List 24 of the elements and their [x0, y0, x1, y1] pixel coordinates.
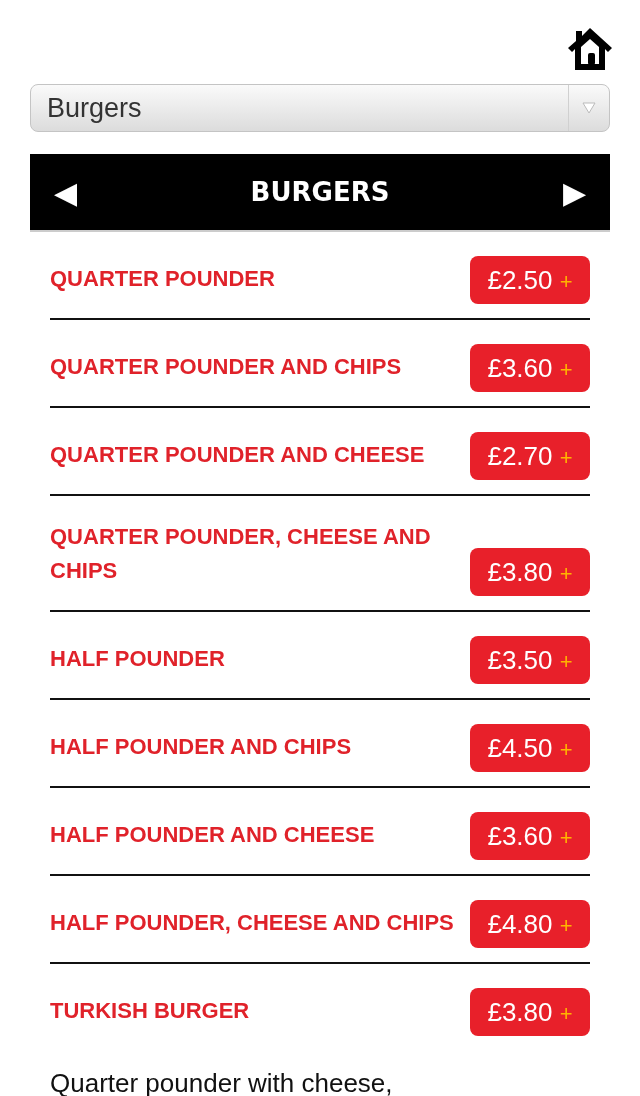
- previous-button[interactable]: ◀: [30, 174, 102, 210]
- item-name: HALF POUNDER, CHEESE AND CHIPS: [50, 909, 454, 937]
- next-button[interactable]: ▶: [538, 174, 610, 210]
- item-name: QUARTER POUNDER AND CHIPS: [50, 353, 402, 381]
- item-name: QUARTER POUNDER: [50, 265, 275, 293]
- item-name: HALF POUNDER AND CHIPS: [50, 733, 352, 761]
- add-price-button[interactable]: £3.80 +: [470, 988, 590, 1036]
- category-select[interactable]: Burgers: [30, 84, 610, 132]
- add-price-button[interactable]: £2.50 +: [470, 256, 590, 304]
- item-name: TURKISH BURGER: [50, 997, 250, 1025]
- item-name: HALF POUNDER: [50, 645, 225, 673]
- add-price-button[interactable]: £3.50 +: [470, 636, 590, 684]
- item-name: QUARTER POUNDER AND CHEESE: [50, 441, 425, 469]
- add-price-button[interactable]: £3.60 +: [470, 344, 590, 392]
- item-name: QUARTER POUNDER, CHEESE AND CHIPS: [50, 523, 432, 585]
- category-title: BURGERS: [250, 177, 390, 207]
- dropdown-arrow-icon: [582, 102, 596, 114]
- add-price-button[interactable]: £3.60 +: [470, 812, 590, 860]
- item-name: HALF POUNDER AND CHEESE: [50, 821, 375, 849]
- add-price-button[interactable]: £2.70 +: [470, 432, 590, 480]
- add-price-button[interactable]: £4.80 +: [470, 900, 590, 948]
- add-price-button[interactable]: £3.80 +: [470, 548, 590, 596]
- add-price-button[interactable]: £4.50 +: [470, 724, 590, 772]
- home-icon[interactable]: [566, 26, 614, 72]
